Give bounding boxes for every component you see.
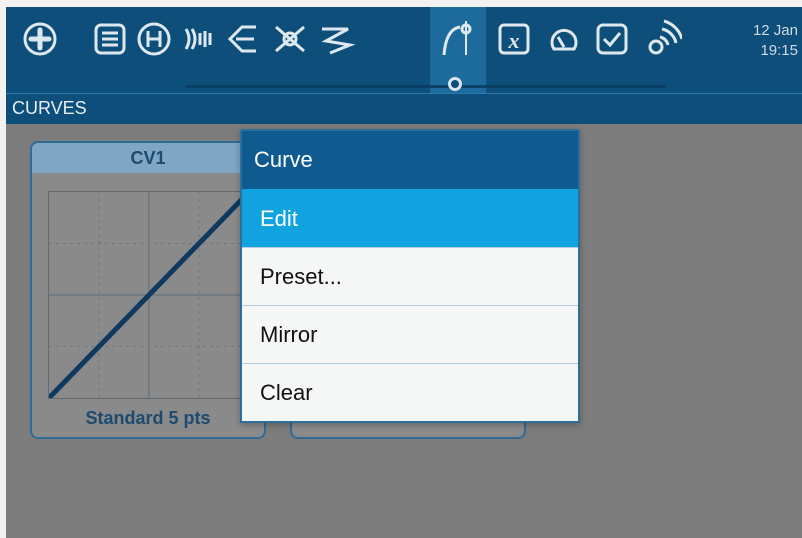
page-title: CURVES bbox=[12, 98, 87, 118]
wireless-icon[interactable] bbox=[642, 17, 682, 61]
menu-item-edit[interactable]: Edit bbox=[242, 189, 578, 247]
curve-card-title: CV1 bbox=[32, 143, 264, 173]
heli-icon[interactable] bbox=[134, 17, 174, 61]
tab-indicator-line bbox=[186, 85, 666, 88]
wave-glider-icon[interactable] bbox=[316, 17, 356, 61]
sound-waves-icon[interactable] bbox=[178, 17, 218, 61]
checkbox-icon[interactable] bbox=[592, 17, 632, 61]
cloud-gauge-icon[interactable] bbox=[544, 17, 584, 61]
curve-context-menu: Curve Edit Preset... Mirror Clear bbox=[240, 129, 580, 423]
time-text: 19:15 bbox=[760, 42, 798, 59]
menu-title: Curve bbox=[242, 131, 578, 189]
x-box-icon[interactable]: x bbox=[494, 17, 534, 61]
date-time: 12 Jan 19:15 bbox=[753, 21, 798, 61]
menu-item-clear[interactable]: Clear bbox=[242, 363, 578, 421]
svg-text:x: x bbox=[508, 28, 520, 53]
top-toolbar: x 12 Jan 19:15 bbox=[6, 7, 802, 93]
page-title-bar: CURVES bbox=[6, 93, 802, 124]
arrow-left-icon[interactable] bbox=[222, 17, 262, 61]
curve-card-cv1[interactable]: CV1 Standard 5 pts bbox=[30, 141, 266, 439]
menu-item-preset[interactable]: Preset... bbox=[242, 247, 578, 305]
date-text: 12 Jan bbox=[752, 22, 798, 39]
curve-card-caption: Standard 5 pts bbox=[85, 408, 211, 428]
add-circle-icon[interactable] bbox=[20, 17, 60, 61]
list-icon[interactable] bbox=[90, 17, 130, 61]
mixer-cross-icon[interactable] bbox=[270, 17, 310, 61]
curve-plot bbox=[48, 191, 250, 399]
curve-icon[interactable] bbox=[438, 17, 478, 61]
menu-item-mirror[interactable]: Mirror bbox=[242, 305, 578, 363]
tab-indicator-dot bbox=[448, 77, 462, 91]
screen: x 12 Jan 19:15 CURVES CV1 Standard 5 pts… bbox=[6, 7, 802, 538]
